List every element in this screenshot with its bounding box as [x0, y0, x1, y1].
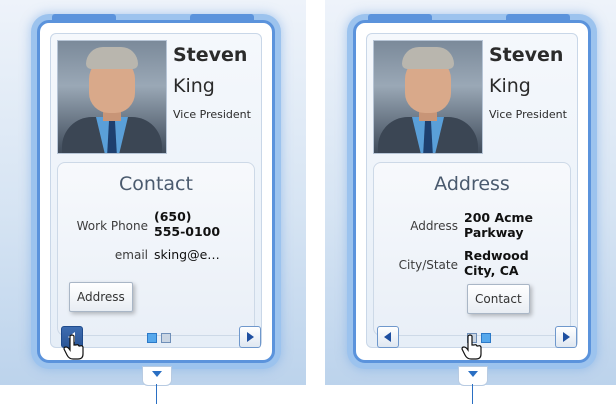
job-title: Vice President: [173, 108, 251, 121]
last-name: King: [173, 75, 215, 97]
profile-photo: [57, 40, 167, 154]
card-top-tab: [368, 14, 432, 20]
connector-arrow-icon: [468, 371, 478, 377]
left-panel: Steven King Vice President Contact Work …: [0, 0, 306, 404]
prev-button[interactable]: [377, 326, 399, 348]
work-phone-line2: 555-0100: [154, 224, 221, 239]
contact-tooltip: Contact: [467, 284, 530, 314]
hand-pointer-icon: [63, 334, 84, 360]
card-body: Steven King Vice President Contact Work …: [50, 33, 262, 360]
city-state-value: Redwood City, CA: [464, 248, 529, 278]
contact-card: Steven King Vice President Contact Work …: [37, 14, 275, 404]
next-button[interactable]: [239, 326, 261, 348]
connector-arrow-icon: [152, 371, 162, 377]
chevron-left-icon: [384, 332, 391, 342]
page-dot-1[interactable]: [147, 333, 157, 343]
card-bottom-notch: [458, 366, 488, 386]
address-line1: 200 Acme: [464, 210, 534, 225]
card-bottom-notch: [142, 366, 172, 386]
next-button[interactable]: [555, 326, 577, 348]
work-phone-line1: (650): [154, 209, 192, 224]
city-line2: City, CA: [464, 263, 519, 278]
chevron-right-icon: [563, 332, 570, 342]
email-value[interactable]: sking@e…: [154, 247, 220, 262]
job-title: Vice President: [489, 108, 567, 121]
right-panel: Steven King Vice President Address Addre…: [325, 0, 616, 404]
last-name: King: [489, 75, 531, 97]
card-top-tab: [190, 14, 254, 20]
address-label: Address: [410, 219, 458, 233]
work-phone-value: (650) 555-0100: [154, 209, 220, 239]
email-label: email: [114, 248, 148, 262]
address-card: Steven King Vice President Address Addre…: [353, 14, 591, 404]
first-name: Steven: [173, 44, 248, 66]
connector-line: [156, 384, 157, 404]
page-dot-2[interactable]: [161, 333, 171, 343]
hand-pointer-icon: [461, 334, 482, 360]
connector-line: [472, 384, 473, 404]
address-tooltip: Address: [69, 282, 133, 312]
work-phone-label: Work Phone: [76, 219, 148, 233]
card-top-tab: [506, 14, 570, 20]
card-top-tab: [52, 14, 116, 20]
address-value: 200 Acme Parkway: [464, 210, 533, 240]
section-title: Contact: [119, 173, 193, 195]
chevron-right-icon: [247, 332, 254, 342]
profile-photo: [373, 40, 483, 154]
first-name: Steven: [489, 44, 564, 66]
city-state-label: City/State: [398, 258, 458, 272]
card-body: Steven King Vice President Address Addre…: [366, 33, 578, 360]
city-line1: Redwood: [464, 248, 529, 263]
section-title: Address: [434, 173, 510, 195]
address-line2: Parkway: [464, 225, 524, 240]
